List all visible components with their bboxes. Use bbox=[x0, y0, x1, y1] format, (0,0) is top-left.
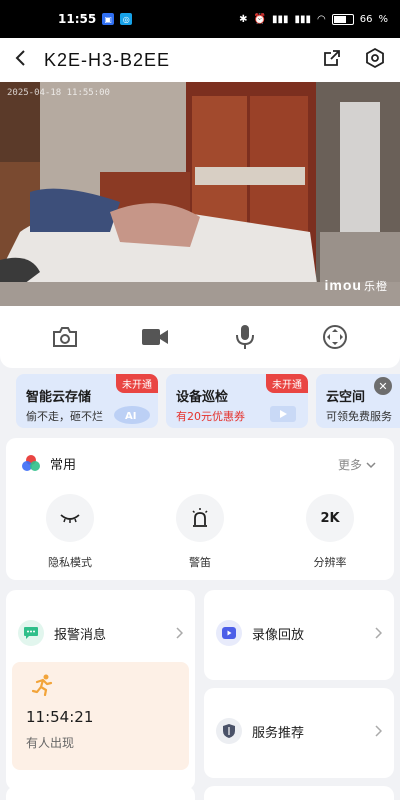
brand-watermark: imou 乐橙 bbox=[324, 277, 388, 293]
device-title: K2E-H3-B2EE bbox=[44, 49, 171, 70]
privacy-mode-icon bbox=[46, 494, 94, 542]
service-title: 服务推荐 bbox=[252, 725, 305, 741]
shield-icon bbox=[216, 718, 242, 744]
cloud-storage-promo[interactable]: 智能云存储 偷不走，砸不烂 未开通 AI bbox=[16, 374, 158, 428]
camera-icon bbox=[53, 327, 77, 347]
resolution-icon: 2K bbox=[306, 494, 354, 542]
next-card-edge-2 bbox=[204, 786, 394, 800]
record-button[interactable] bbox=[135, 317, 175, 357]
chevron-right-icon bbox=[176, 627, 183, 639]
top-navbar: K2E-H3-B2EE bbox=[0, 38, 400, 82]
promo-badge: 未开通 bbox=[266, 374, 308, 393]
video-controls bbox=[0, 306, 400, 368]
more-button[interactable]: 更多 bbox=[338, 456, 376, 473]
share-button[interactable] bbox=[322, 48, 342, 72]
next-card-edge bbox=[6, 786, 195, 800]
alarm-clock-icon: ⏰ bbox=[253, 13, 266, 25]
latest-alarm-event[interactable]: 11:54:21 有人出现 bbox=[12, 662, 189, 770]
back-button[interactable] bbox=[14, 49, 26, 71]
message-icon bbox=[18, 620, 44, 646]
settings-button[interactable] bbox=[364, 47, 386, 73]
inspection-icon bbox=[270, 406, 296, 422]
battery-icon bbox=[331, 13, 354, 25]
chevron-right-icon bbox=[375, 627, 382, 639]
chevron-down-icon bbox=[366, 461, 376, 468]
signal-icon: ▮▮▮ bbox=[271, 13, 289, 25]
siren-icon bbox=[176, 494, 224, 542]
service-recommendation-card[interactable]: 服务推荐 bbox=[204, 688, 394, 778]
privacy-mode-button[interactable]: 隐私模式 bbox=[30, 494, 110, 570]
alarm-header: 报警消息 bbox=[18, 620, 183, 646]
wifi-icon: ◠ bbox=[317, 13, 326, 25]
notification-app-icon-2: ◎ bbox=[120, 13, 133, 25]
status-time: 11:55 bbox=[58, 12, 97, 26]
status-bar: 11:55 ▣ ◎ ✱ ⏰ ▮▮▮ ▮▮▮ ◠ 66% bbox=[0, 0, 400, 38]
service-row: 服务推荐 bbox=[216, 718, 382, 744]
talk-button[interactable] bbox=[225, 317, 265, 357]
live-video-view[interactable]: 2025-04-18 11:55:00 imou 乐橙 bbox=[0, 82, 400, 306]
feature-label: 隐私模式 bbox=[48, 556, 92, 569]
gear-icon bbox=[366, 47, 384, 69]
share-icon bbox=[324, 50, 340, 66]
feature-label: 分辨率 bbox=[313, 556, 347, 569]
device-inspection-promo[interactable]: 设备巡检 有20元优惠券 未开通 bbox=[166, 374, 308, 428]
ptz-button[interactable] bbox=[315, 317, 355, 357]
event-description: 有人出现 bbox=[26, 736, 75, 750]
promo-badge: 未开通 bbox=[116, 374, 158, 393]
alarm-title: 报警消息 bbox=[54, 627, 107, 643]
common-functions-card: 常用 更多 隐私模式 警笛 2K 分辨率 bbox=[6, 438, 394, 580]
video-timestamp: 2025-04-18 11:55:00 bbox=[7, 88, 110, 98]
resolution-button[interactable]: 2K 分辨率 bbox=[290, 494, 370, 570]
promo-banners: 智能云存储 偷不走，砸不烂 未开通 AI 设备巡检 有20元优惠券 未开通 云空… bbox=[16, 374, 400, 428]
svg-text:AI: AI bbox=[125, 411, 136, 422]
close-promo-button[interactable]: ✕ bbox=[374, 377, 392, 395]
feature-label: 警笛 bbox=[189, 556, 211, 569]
ai-cloud-icon: AI bbox=[114, 406, 150, 424]
siren-button[interactable]: 警笛 bbox=[160, 494, 240, 570]
signal-icon-2: ▮▮▮ bbox=[294, 13, 312, 25]
playback-row: 录像回放 bbox=[216, 620, 382, 646]
promo-subtitle: 可领免费服务 bbox=[326, 410, 392, 423]
notification-app-icon: ▣ bbox=[102, 13, 115, 25]
event-time: 11:54:21 bbox=[26, 708, 94, 726]
running-person-icon bbox=[32, 674, 53, 696]
chevron-right-icon bbox=[375, 725, 382, 737]
snapshot-button[interactable] bbox=[45, 317, 85, 357]
bluetooth-icon: ✱ bbox=[239, 13, 248, 25]
direction-pad-icon bbox=[323, 325, 347, 349]
playback-icon bbox=[216, 620, 242, 646]
common-title: 常用 bbox=[50, 457, 77, 473]
alarm-messages-card[interactable]: 报警消息 11:54:21 有人出现 bbox=[6, 590, 195, 790]
battery-percent: 66 bbox=[359, 13, 373, 25]
playback-title: 录像回放 bbox=[252, 627, 305, 643]
video-camera-icon bbox=[142, 329, 168, 345]
status-icons: ✱ ⏰ ▮▮▮ ▮▮▮ ◠ 66% bbox=[239, 13, 388, 25]
microphone-icon bbox=[236, 325, 254, 349]
common-header: 常用 bbox=[20, 452, 76, 474]
camera-feed-image bbox=[0, 82, 400, 306]
common-icon bbox=[22, 455, 40, 471]
recording-playback-card[interactable]: 录像回放 bbox=[204, 590, 394, 680]
